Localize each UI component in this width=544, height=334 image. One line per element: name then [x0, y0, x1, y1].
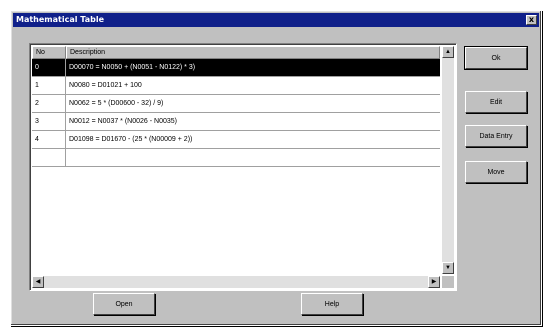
row-number: 4	[32, 131, 66, 148]
edit-button[interactable]: Edit	[465, 91, 527, 113]
scroll-up-icon[interactable]: ▲	[442, 46, 454, 58]
row-description: N0080 = D01021 + 100	[69, 82, 142, 89]
scroll-right-icon[interactable]: ▶	[428, 276, 440, 288]
table-row[interactable]: 3 N0012 = N0037 * (N0026 - N0035)	[32, 113, 440, 131]
formula-table[interactable]: No Description 0 D00070 = N0050 + (N0051…	[29, 43, 457, 291]
column-header-description[interactable]: Description	[66, 46, 440, 59]
row-description: N0062 = 5 * (D00600 - 32) / 9)	[69, 100, 164, 107]
ok-button[interactable]: Ok	[464, 46, 528, 70]
close-icon[interactable]: x	[526, 15, 537, 25]
open-button[interactable]: Open	[93, 293, 155, 315]
row-description: N0012 = N0037 * (N0026 - N0035)	[69, 118, 177, 125]
table-header: No Description	[32, 46, 440, 59]
scrollbar-corner	[442, 276, 454, 288]
row-number: 1	[32, 77, 66, 94]
table-row-empty[interactable]	[32, 149, 440, 167]
data-entry-button[interactable]: Data Entry	[465, 125, 527, 147]
row-number: 0	[32, 59, 66, 76]
scroll-left-icon[interactable]: ◀	[32, 276, 44, 288]
table-row[interactable]: 0 D00070 = N0050 + (N0051 - N0122) * 3)	[32, 59, 440, 77]
row-number	[32, 149, 66, 166]
row-description	[66, 149, 440, 166]
scroll-down-icon[interactable]: ▼	[442, 262, 454, 274]
row-description: D01098 = D01670 - (25 * (N00009 + 2))	[69, 136, 193, 143]
table-rows: 0 D00070 = N0050 + (N0051 - N0122) * 3) …	[32, 59, 440, 167]
row-number: 2	[32, 95, 66, 112]
table-row[interactable]: 4 D01098 = D01670 - (25 * (N00009 + 2))	[32, 131, 440, 149]
help-button[interactable]: Help	[301, 293, 363, 315]
dialog-title: Mathematical Table	[16, 15, 104, 24]
row-number: 3	[32, 113, 66, 130]
table-row[interactable]: 1 N0080 = D01021 + 100	[32, 77, 440, 95]
column-header-no[interactable]: No	[32, 46, 66, 59]
table-row[interactable]: 2 N0062 = 5 * (D00600 - 32) / 9)	[32, 95, 440, 113]
mathematical-table-dialog: Mathematical Table x No Description 0 D0…	[10, 10, 542, 326]
move-button[interactable]: Move	[465, 161, 527, 183]
row-description: D00070 = N0050 + (N0051 - N0122) * 3)	[69, 64, 196, 71]
vertical-scrollbar[interactable]: ▲ ▼	[442, 46, 454, 274]
horizontal-scrollbar[interactable]: ◀ ▶	[32, 276, 440, 288]
title-bar: Mathematical Table x	[13, 13, 539, 27]
